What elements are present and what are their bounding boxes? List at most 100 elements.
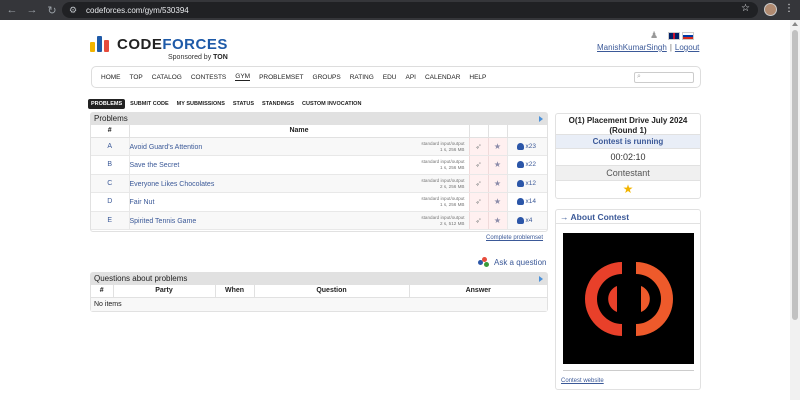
back-arrow-icon[interactable]: ← <box>4 2 20 18</box>
browser-menu-icon[interactable]: ⋮ <box>784 3 794 14</box>
problem-name-link[interactable]: Save the Secret <box>130 162 180 169</box>
solved-count-link[interactable]: x14 <box>526 198 536 205</box>
logout-link[interactable]: Logout <box>675 43 699 52</box>
ask-question-link[interactable]: Ask a question <box>494 258 546 267</box>
menu-item-help[interactable]: HELP <box>469 74 486 81</box>
user-profile-link[interactable]: ManishKumarSingh <box>597 43 667 52</box>
tab-standings[interactable]: STANDINGS <box>259 99 297 109</box>
menu-item-contests[interactable]: CONTESTS <box>191 74 226 81</box>
problem-limits: 2 s, 512 MB <box>439 220 465 226</box>
table-row: No items <box>91 297 547 311</box>
scroll-up-arrow-icon[interactable] <box>792 22 798 26</box>
problem-index-link[interactable]: C <box>107 180 112 187</box>
bookmark-star-icon[interactable]: ☆ <box>741 3 750 14</box>
menu-item-gym[interactable]: GYM <box>235 73 251 81</box>
address-bar[interactable]: ⚙ codeforces.com/gym/530394 ☆ <box>62 2 758 18</box>
problem-index-link[interactable]: E <box>107 217 112 224</box>
problem-index-link[interactable]: D <box>107 198 112 205</box>
problem-name-link[interactable]: Fair Nut <box>130 199 155 206</box>
star-icon[interactable]: ★ <box>494 197 501 206</box>
column-header-when: When <box>215 285 255 298</box>
tab-problems[interactable]: PROBLEMS <box>88 99 126 109</box>
questions-table: # Party When Question Answer No items <box>91 285 547 311</box>
table-row: A Avoid Guard's Attention standard input/… <box>91 137 547 156</box>
problem-name-link[interactable]: Everyone Likes Chocolates <box>130 181 215 188</box>
search-input[interactable]: ⌕ <box>634 72 694 83</box>
scroll-thumb[interactable] <box>792 30 798 320</box>
problem-name-link[interactable]: Avoid Guard's Attention <box>130 144 203 151</box>
menu-item-edu[interactable]: EDU <box>383 74 397 81</box>
star-icon[interactable]: ★ <box>494 142 501 151</box>
paper-plane-icon[interactable]: ➶ <box>475 160 482 169</box>
column-header-index: # <box>91 285 114 298</box>
menu-item-problemset[interactable]: PROBLEMSET <box>259 74 303 81</box>
problems-caption: Problems <box>94 114 128 123</box>
column-header-submit <box>469 125 489 138</box>
user-links-separator: | <box>669 43 672 52</box>
complete-problemset-link[interactable]: Complete problemset <box>486 235 543 241</box>
logo-bars-icon <box>90 36 111 52</box>
column-header-name: Name <box>129 125 470 138</box>
page-scrollbar[interactable] <box>790 20 800 400</box>
tab-custom-invocation[interactable]: CUSTOM INVOCATION <box>299 99 364 109</box>
ask-question-button[interactable]: Ask a question <box>478 257 546 267</box>
paper-plane-icon[interactable]: ➶ <box>475 197 482 206</box>
caption-arrow-icon[interactable] <box>539 276 543 282</box>
logo-code-text: CODE <box>117 36 163 53</box>
problems-table-box: Problems # Name A Avoid Guard's Attentio… <box>90 112 548 232</box>
browser-toolbar: ← → ↻ ⚙ codeforces.com/gym/530394 ☆ ⋮ <box>0 0 800 20</box>
person-icon <box>516 179 524 187</box>
profile-avatar[interactable] <box>764 3 777 16</box>
menu-item-calendar[interactable]: CALENDAR <box>425 74 460 81</box>
problem-limits: 2 s, 256 MB <box>439 183 465 189</box>
menu-item-api[interactable]: API <box>406 74 416 81</box>
menu-item-groups[interactable]: GROUPS <box>313 74 341 81</box>
questions-table-box: Questions about problems # Party When Qu… <box>90 272 548 312</box>
tab-status[interactable]: STATUS <box>230 99 257 109</box>
forward-arrow-icon[interactable]: → <box>24 2 40 18</box>
star-icon[interactable]: ★ <box>494 216 501 225</box>
menu-item-top[interactable]: TOP <box>130 74 143 81</box>
solved-count-link[interactable]: x23 <box>526 143 536 150</box>
person-icon <box>516 216 524 224</box>
contest-website-link[interactable]: Contest website <box>561 378 604 384</box>
contest-title[interactable]: O(1) Placement Drive July 2024 (Round 1) <box>556 114 700 135</box>
problems-table: # Name A Avoid Guard's Attention standard… <box>91 125 547 230</box>
solved-count-link[interactable]: x12 <box>526 180 536 187</box>
problem-io: standard input/output <box>421 214 465 220</box>
paper-plane-icon[interactable]: ➶ <box>475 142 482 151</box>
russian-flag-icon[interactable] <box>682 31 695 40</box>
about-contest-box: → About Contest Contest website <box>555 209 701 390</box>
paper-plane-icon[interactable]: ➶ <box>475 216 482 225</box>
problem-limits: 1 s, 256 MB <box>439 165 465 170</box>
problem-name-link[interactable]: Spirited Tennis Game <box>130 218 197 225</box>
star-icon[interactable]: ★ <box>494 160 501 169</box>
main-menu: HOME TOP CATALOG CONTESTS GYM PROBLEMSET… <box>91 66 701 88</box>
tab-my-submissions[interactable]: MY SUBMISSIONS <box>174 99 228 109</box>
problem-index-link[interactable]: A <box>107 143 112 150</box>
menu-item-home[interactable]: HOME <box>101 74 121 81</box>
solved-count-link[interactable]: x22 <box>526 161 536 168</box>
sponsor-line: Sponsored by TON <box>168 54 228 61</box>
about-contest-caption: → About Contest <box>556 210 700 224</box>
menu-item-rating[interactable]: RATING <box>350 74 374 81</box>
contest-sidebar-box: O(1) Placement Drive July 2024 (Round 1)… <box>555 113 701 199</box>
reload-icon[interactable]: ↻ <box>44 2 60 18</box>
tab-submit-code[interactable]: SUBMIT CODE <box>127 99 172 109</box>
site-info-icon[interactable]: ⚙ <box>66 3 80 17</box>
contest-logo-icon <box>584 261 673 336</box>
notification-bell-icon[interactable]: ♟ <box>650 30 658 41</box>
codeforces-logo[interactable]: CODEFORCES Sponsored by TON <box>90 34 240 62</box>
caption-arrow-icon[interactable] <box>539 116 543 122</box>
problem-limits: 1 s, 256 MB <box>439 202 465 207</box>
favorite-star-icon[interactable]: ★ <box>556 181 700 198</box>
problem-index-link[interactable]: B <box>107 161 112 168</box>
english-flag-icon[interactable] <box>668 31 681 40</box>
paper-plane-icon[interactable]: ➶ <box>475 179 482 188</box>
column-header-question: Question <box>254 285 410 298</box>
column-header-party: Party <box>113 285 216 298</box>
star-icon[interactable]: ★ <box>494 179 501 188</box>
menu-item-catalog[interactable]: CATALOG <box>152 74 182 81</box>
column-header-solved <box>507 125 547 138</box>
solved-count-link[interactable]: x4 <box>526 217 533 224</box>
